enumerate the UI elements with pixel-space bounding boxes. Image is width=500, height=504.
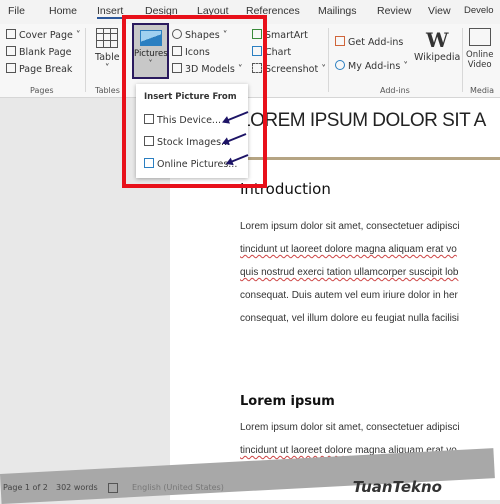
table-button[interactable]: Table ˅: [95, 28, 120, 74]
title-rule: [240, 157, 500, 160]
page-count[interactable]: Page 1 of 2: [3, 483, 48, 492]
page-break-button[interactable]: Page Break: [6, 63, 72, 75]
tab-mailings[interactable]: Mailings: [318, 5, 357, 17]
get-addins-button[interactable]: Get Add-ins: [335, 36, 403, 48]
paragraph-line: consequat. Duis autem vel eum iriure dol…: [240, 290, 458, 301]
paragraph-line: quis nostrud exerci tation ullamcorper s…: [240, 267, 459, 278]
page-break-icon: [6, 63, 16, 73]
my-addins-button[interactable]: My Add-ins ˅: [335, 60, 408, 72]
group-label-addins: Add-ins: [380, 86, 410, 95]
wikipedia-icon: W: [425, 28, 449, 52]
tab-developer[interactable]: Develo: [464, 5, 494, 16]
paragraph-line: Lorem ipsum dolor sit amet, consectetuer…: [240, 422, 460, 433]
paragraph-line: consequat, vel illum dolore eu feugiat n…: [240, 313, 460, 324]
divider: [85, 28, 86, 92]
proofing-icon[interactable]: [108, 483, 118, 493]
my-addins-icon: [335, 60, 345, 70]
word-count[interactable]: 302 words: [56, 483, 98, 492]
document-title: LOREM IPSUM DOLOR SIT A: [240, 110, 486, 131]
group-label-tables: Tables: [95, 86, 120, 95]
video-icon: [468, 28, 491, 46]
paragraph-line: tincidunt ut laoreet dolore magna aliqua…: [240, 244, 457, 255]
tab-view[interactable]: View: [428, 5, 451, 17]
group-label-media: Media: [470, 86, 495, 95]
divider: [328, 28, 329, 92]
watermark-logo: TuanTekno: [352, 478, 442, 496]
cover-page-button[interactable]: Cover Page ˅: [6, 29, 81, 41]
group-label-pages: Pages: [30, 86, 54, 95]
tab-review[interactable]: Review: [377, 5, 411, 17]
paragraph-line: Lorem ipsum dolor sit amet, consectetuer…: [240, 221, 460, 232]
heading-lorem-ipsum: Lorem ipsum: [240, 394, 335, 409]
wikipedia-button[interactable]: W Wikipedia: [414, 28, 460, 63]
cover-page-icon: [6, 29, 16, 39]
language[interactable]: English (United States): [132, 483, 224, 492]
blank-page-icon: [6, 46, 16, 56]
online-video-button[interactable]: Online Video: [466, 28, 493, 70]
blank-page-button[interactable]: Blank Page: [6, 46, 72, 58]
tab-insert[interactable]: Insert: [97, 5, 124, 19]
divider: [462, 28, 463, 92]
tab-home[interactable]: Home: [49, 5, 77, 17]
table-icon: [96, 28, 119, 48]
store-icon: [335, 36, 345, 46]
tab-file[interactable]: File: [8, 5, 25, 17]
highlight-box: [122, 15, 267, 188]
